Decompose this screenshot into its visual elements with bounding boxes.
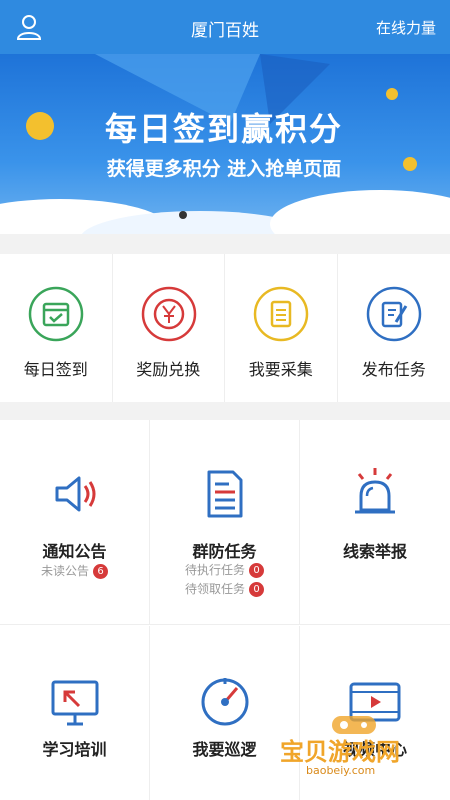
monitor-arrow-icon [51,680,99,726]
pending-execute-text: 待执行任务 [184,563,245,577]
sign-in-banner[interactable]: 每日签到赢积分 获得更多积分 进入抢单页面 [0,54,450,234]
notice-label: 通知公告 [42,542,107,561]
document-lines-icon [207,470,243,518]
collect-label: 我要采集 [248,360,313,379]
reward-exchange-label: 奖励兑换 [136,360,201,379]
daily-sign-in-label: 每日签到 [23,360,88,379]
group-defense-task-label: 群防任务 [192,542,257,561]
group-defense-task-button[interactable]: 群防任务 待执行任务 0 待领取任务 0 [150,420,300,625]
online-strength-link[interactable]: 在线力量 [376,17,436,38]
calendar-check-icon [28,286,84,342]
app-header: 厦门百姓 在线力量 [0,0,450,54]
notice-button[interactable]: 通知公告 未读公告 6 [0,420,150,625]
site-watermark: 宝贝游戏网 baobeiy.com [280,712,430,792]
unread-notice-text: 未读公告 [40,564,89,578]
reward-exchange-button[interactable]: 奖励兑换 [113,254,225,402]
unread-notice-row: 未读公告 6 [0,562,149,579]
unread-notice-badge: 6 [93,564,108,579]
pending-claim-row: 待领取任务 0 [150,580,299,597]
clue-report-button[interactable]: 线索举报 [300,420,450,625]
compass-icon [201,678,249,726]
publish-task-button[interactable]: 发布任务 [338,254,450,402]
alarm-light-icon [355,468,395,514]
watermark-url: baobeiy.com [306,764,376,777]
edit-document-icon [366,286,421,342]
yen-coin-icon [141,286,196,342]
pending-claim-text: 待领取任务 [184,582,245,596]
carousel-indicator [179,211,187,219]
pending-execute-badge: 0 [249,563,264,578]
banner-title: 每日签到赢积分 [104,110,343,148]
clue-report-label: 线索举报 [342,542,407,561]
training-label: 学习培训 [42,740,107,759]
training-button[interactable]: 学习培训 [0,626,150,800]
daily-sign-in-button[interactable]: 每日签到 [0,254,113,402]
publish-task-label: 发布任务 [361,360,426,379]
banner-subtitle: 获得更多积分 进入抢单页面 [106,158,342,180]
patrol-label: 我要巡逻 [192,740,257,759]
pending-execute-row: 待执行任务 0 [150,561,299,578]
patrol-button[interactable]: 我要巡逻 [150,626,300,800]
speaker-icon [55,476,96,512]
clipboard-icon [253,286,309,342]
quick-actions: 每日签到 奖励兑换 我要采集 发布任务 [0,254,450,402]
collect-button[interactable]: 我要采集 [225,254,338,402]
watermark-text: 宝贝游戏网 [280,738,400,766]
pending-claim-badge: 0 [249,582,264,597]
